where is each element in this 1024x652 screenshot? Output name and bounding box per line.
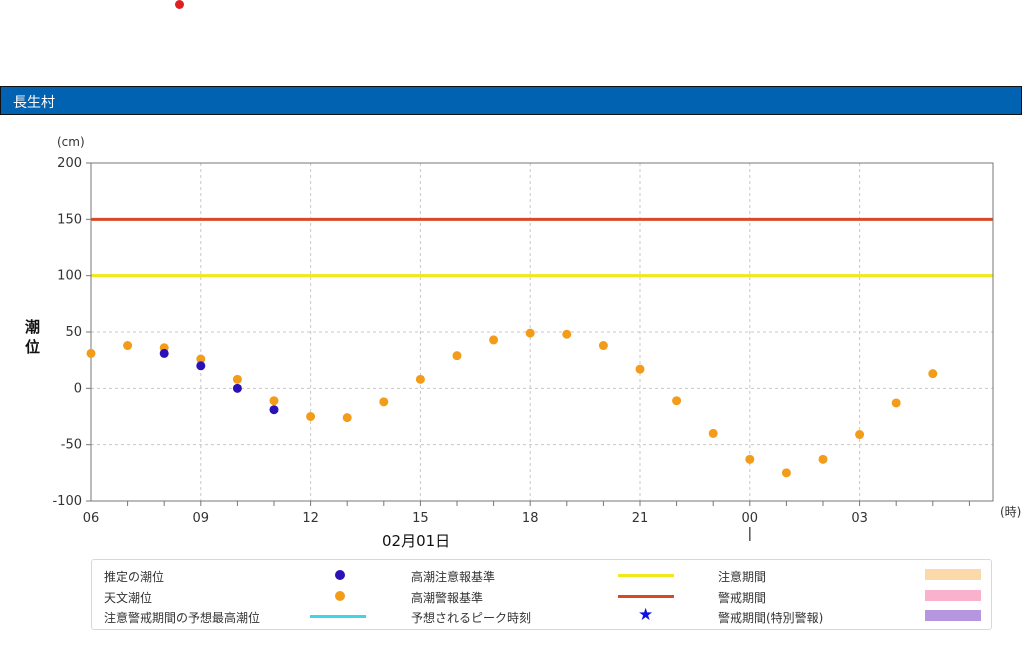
x-tick-label: 00 <box>742 511 759 526</box>
legend-label-peak-time: 予想されるピーク時刻 <box>411 611 532 625</box>
legend-label-warning-period: 警戒期間 <box>718 591 767 605</box>
data-point <box>123 341 133 351</box>
x-tick-label: 18 <box>522 511 539 526</box>
x-tick-label: 21 <box>632 511 649 526</box>
legend-symbol-astronomical-tide <box>335 591 345 601</box>
chart-legend: 推定の潮位 高潮注意報基準 注意期間 天文潮位 高潮警報基準 警戒期間 注意警戒… <box>91 559 992 630</box>
data-point <box>452 351 462 361</box>
data-point <box>855 430 865 440</box>
y-axis-label: 潮位 <box>25 318 40 356</box>
star-icon: ★ <box>638 605 654 625</box>
x-axis-unit: (時) <box>1000 505 1021 519</box>
data-point <box>672 396 682 406</box>
data-point <box>635 364 645 374</box>
y-tick-label: 100 <box>57 269 82 284</box>
data-point <box>159 348 169 358</box>
data-point <box>745 454 755 464</box>
y-axis-label-char: 位 <box>25 338 40 356</box>
y-tick-label: 200 <box>57 156 82 171</box>
legend-label-astronomical-tide: 天文潮位 <box>104 591 153 605</box>
data-point <box>269 396 279 406</box>
tide-chart: -100 -50 0 50 100 150 200 09 12 15 18 21 00 03 06 (cm… <box>25 135 1021 550</box>
y-tick-label: -100 <box>52 494 82 509</box>
y-tick-label: 0 <box>74 381 82 396</box>
legend-label-warning-criterion: 高潮警報基準 <box>411 591 484 605</box>
x-tick-label: 03 <box>851 511 868 526</box>
data-point <box>562 329 572 339</box>
x-tick-label: 12 <box>302 511 319 526</box>
legend-symbol-special-warning-period <box>925 610 981 621</box>
legend-label-estimated-tide: 推定の潮位 <box>104 570 165 584</box>
legend-label-forecast-max-tide: 注意警戒期間の予想最高潮位 <box>104 611 261 625</box>
legend-label-special-warning-period: 警戒期間(特別警報) <box>718 611 824 625</box>
legend-symbol-warning-criterion <box>618 595 674 598</box>
legend-symbol-estimated-tide <box>335 570 345 580</box>
data-point <box>232 374 242 384</box>
legend-symbol-warning-period <box>925 590 981 601</box>
data-point <box>708 428 718 438</box>
data-point <box>269 405 279 415</box>
x-axis-ticks: 09 12 15 18 21 00 03 06 <box>83 501 970 526</box>
y-axis-unit: (cm) <box>57 135 85 149</box>
data-point <box>891 398 901 408</box>
data-points <box>86 328 938 478</box>
data-point <box>818 454 828 464</box>
y-tick-label: 50 <box>65 325 82 340</box>
data-point <box>379 397 389 407</box>
x-tick-label: 15 <box>412 511 429 526</box>
legend-symbol-advisory-criterion <box>618 574 674 577</box>
location-marker-dot <box>175 0 184 9</box>
data-point <box>415 374 425 384</box>
legend-label-caution-period: 注意期間 <box>718 570 767 584</box>
data-point <box>928 369 938 379</box>
data-point <box>525 328 535 338</box>
y-axis-ticks: -100 -50 0 50 100 150 200 <box>52 156 91 509</box>
x-tick-label: 09 <box>193 511 210 526</box>
date-label: 02月01日 <box>382 532 450 550</box>
data-point <box>86 348 96 358</box>
data-point <box>342 413 352 423</box>
legend-symbol-caution-period <box>925 569 981 580</box>
data-point <box>489 335 499 345</box>
data-point <box>598 341 608 351</box>
x-tick-label: 06 <box>83 511 100 526</box>
station-title-bar: 長生村 <box>0 86 1022 115</box>
legend-symbol-forecast-max-tide <box>310 615 366 618</box>
y-tick-label: -50 <box>61 438 82 453</box>
data-point <box>232 383 242 393</box>
legend-label-advisory-criterion: 高潮注意報基準 <box>411 570 496 584</box>
station-name: 長生村 <box>13 95 55 111</box>
data-point <box>196 361 206 371</box>
threshold-lines <box>91 217 993 278</box>
y-axis-label-char: 潮 <box>25 318 40 336</box>
grid-lines <box>90 163 993 501</box>
data-point <box>306 412 316 421</box>
y-tick-label: 150 <box>57 212 82 227</box>
data-point <box>781 468 791 478</box>
